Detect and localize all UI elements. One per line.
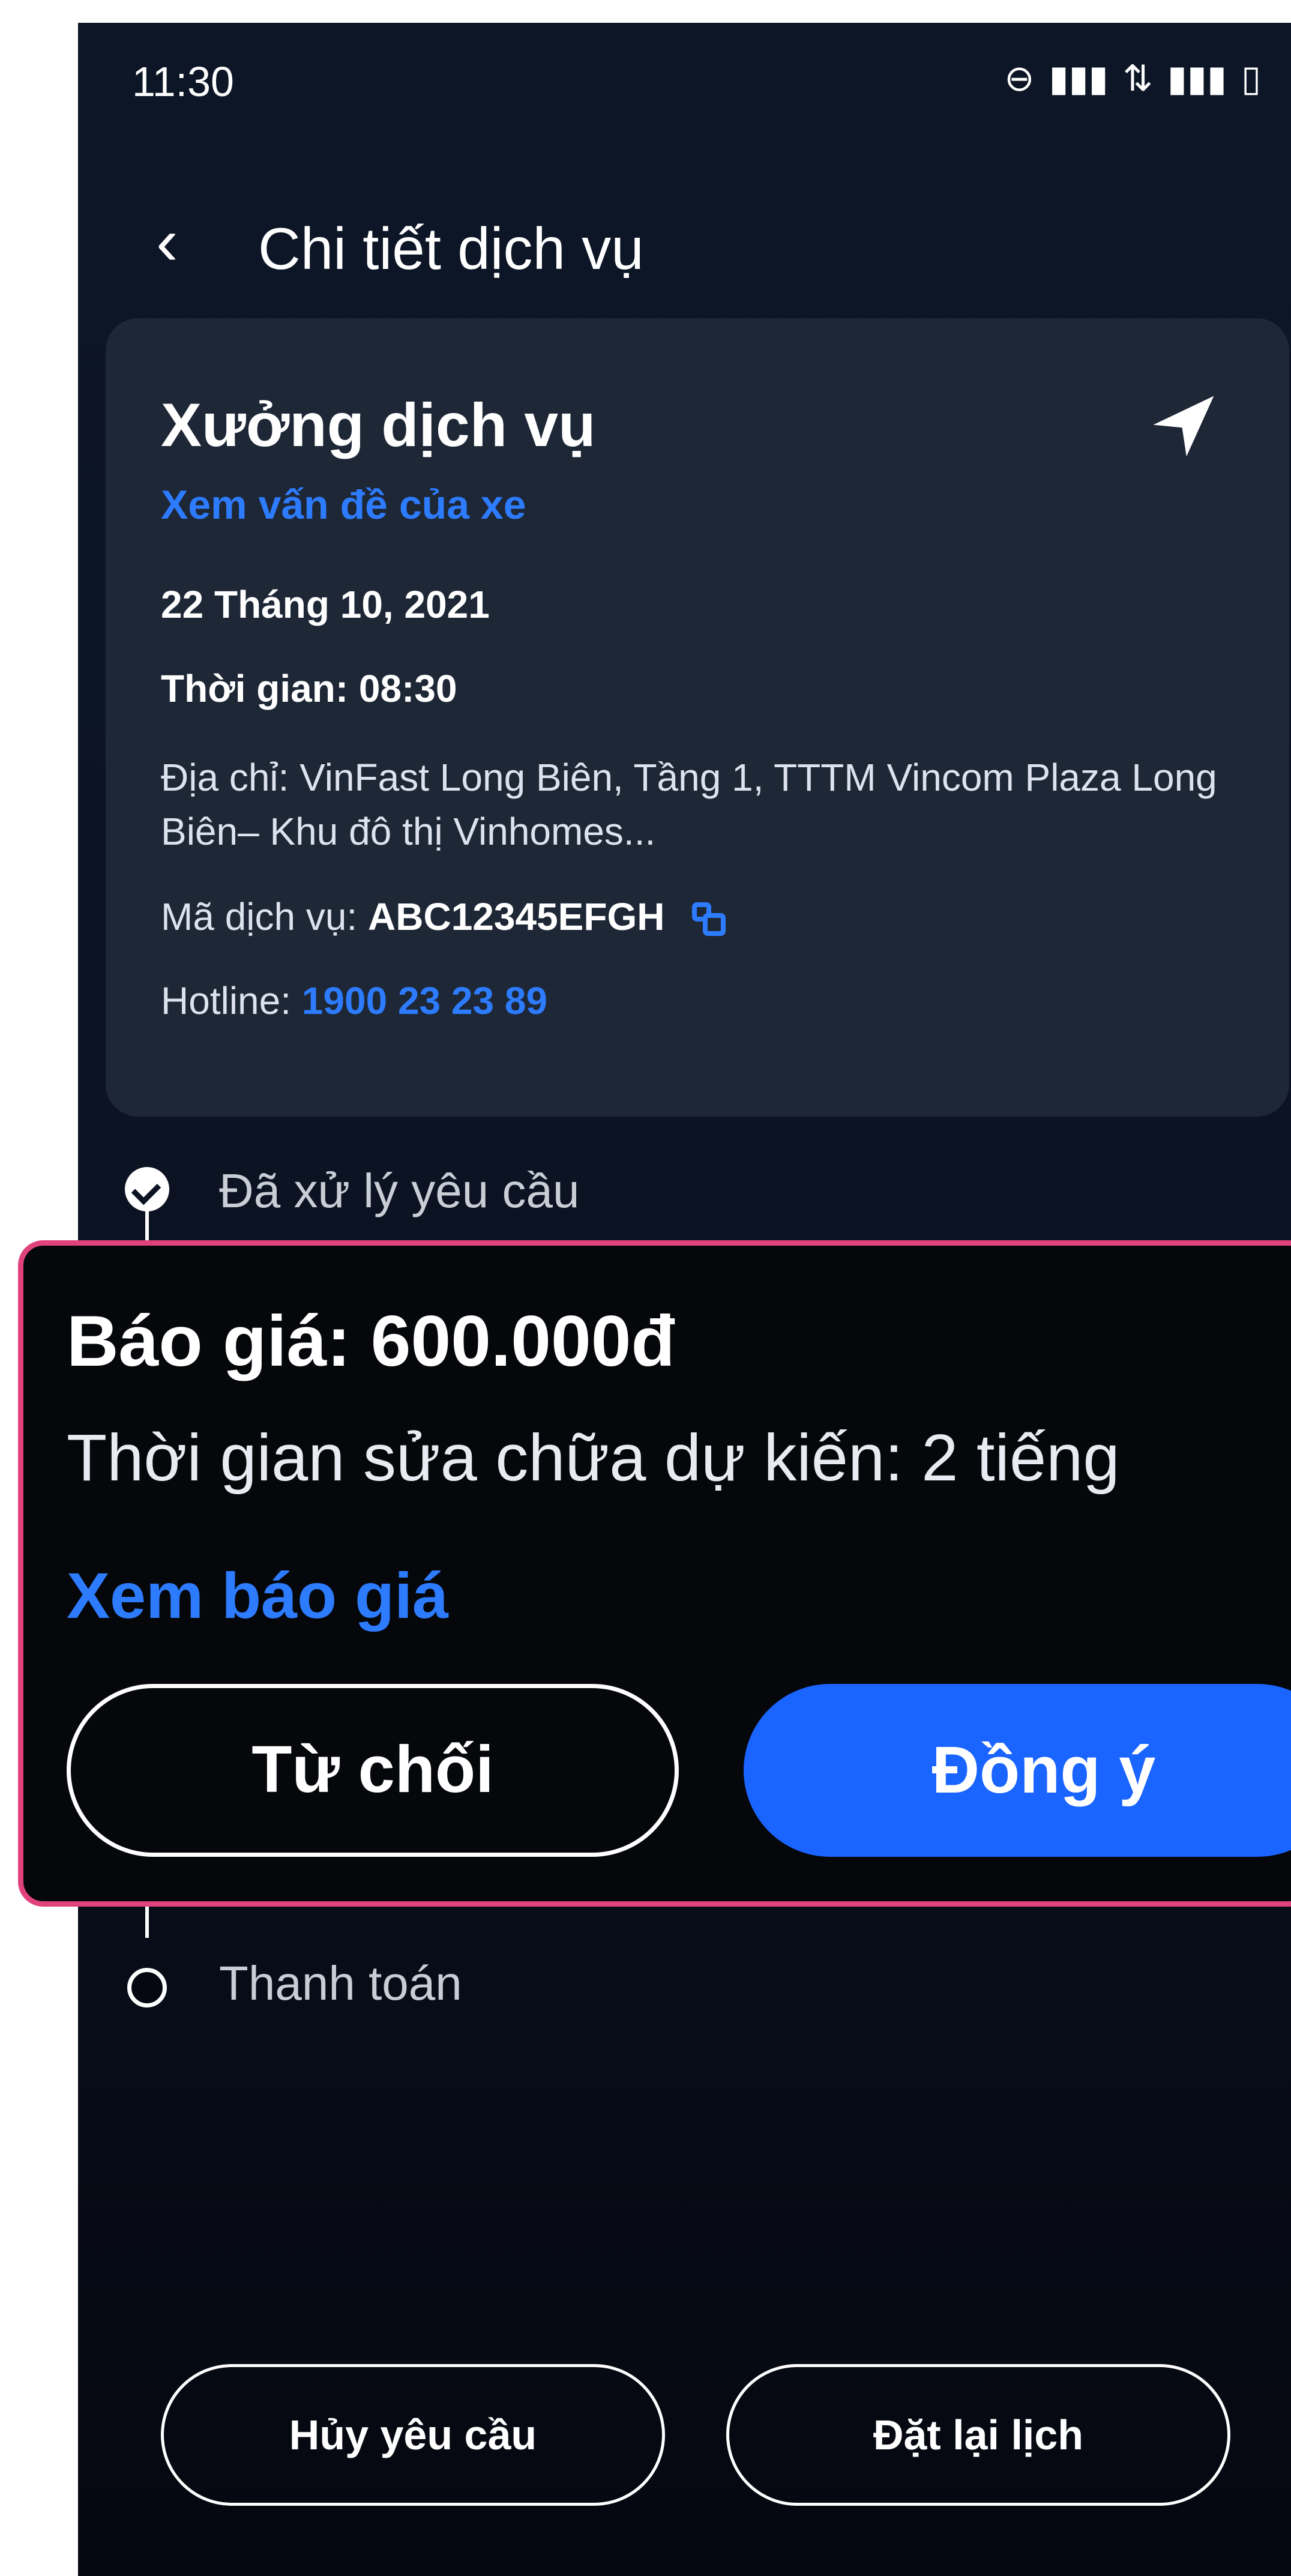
- hotline-label: Hotline:: [161, 979, 291, 1022]
- timeline-step-payment: Thanh toán: [219, 1956, 462, 2010]
- repair-estimate: Thời gian sửa chữa dự kiến: 2 tiếng: [67, 1421, 1120, 1495]
- 4g-icon: ⇅: [1122, 58, 1153, 98]
- service-address: Địa chỉ: VinFast Long Biên, Tầng 1, TTTM…: [161, 756, 1217, 853]
- hotline-number[interactable]: 1900 23 23 89: [302, 979, 547, 1022]
- service-date: 22 Tháng 10, 2021: [161, 583, 490, 626]
- check-circle-icon: [125, 1167, 169, 1211]
- view-issue-link[interactable]: Xem vấn đề của xe: [161, 481, 526, 528]
- battery-icon: ▯: [1241, 58, 1261, 98]
- service-title: Xưởng dịch vụ: [161, 391, 596, 459]
- do-not-disturb-icon: ⊖: [1004, 58, 1035, 98]
- accept-button[interactable]: Đồng ý: [744, 1684, 1291, 1857]
- hotline: Hotline: 1900 23 23 89: [161, 979, 547, 1023]
- service-code: Mã dịch vụ: ABC12345EFGH: [161, 894, 727, 939]
- service-code-label: Mã dịch vụ:: [161, 895, 358, 938]
- status-icons: ⊖ ▮▮▮ ⇅ ▮▮▮ ▯: [1004, 58, 1261, 100]
- quote-popup: Báo giá: 600.000đ Thời gian sửa chữa dự …: [18, 1240, 1291, 1907]
- cancel-request-button[interactable]: Hủy yêu cầu: [161, 2364, 665, 2506]
- service-card: Xưởng dịch vụ Xem vấn đề của xe 22 Tháng…: [106, 318, 1289, 1117]
- status-bar: 11:30 ⊖ ▮▮▮ ⇅ ▮▮▮ ▯: [78, 23, 1291, 143]
- view-quote-link[interactable]: Xem báo giá: [67, 1558, 448, 1633]
- status-time: 11:30: [132, 58, 234, 105]
- service-time: Thời gian: 08:30: [161, 667, 457, 710]
- page-title: Chi tiết dịch vụ: [258, 216, 644, 282]
- copy-icon[interactable]: [692, 902, 727, 937]
- header: ‹ Chi tiết dịch vụ: [78, 197, 1291, 305]
- service-code-value: ABC12345EFGH: [368, 895, 665, 938]
- quote-title: Báo giá: 600.000đ: [67, 1301, 675, 1381]
- reschedule-button[interactable]: Đặt lại lịch: [726, 2364, 1230, 2506]
- back-icon[interactable]: ‹: [156, 209, 178, 275]
- navigation-arrow-icon[interactable]: [1148, 390, 1220, 462]
- empty-circle-icon: [127, 1968, 167, 2007]
- signal-icon: ▮▮▮: [1049, 58, 1109, 98]
- decline-button[interactable]: Từ chối: [67, 1684, 679, 1857]
- timeline-step-processed: Đã xử lý yêu cầu: [219, 1164, 580, 1217]
- signal-icon: ▮▮▮: [1167, 58, 1227, 98]
